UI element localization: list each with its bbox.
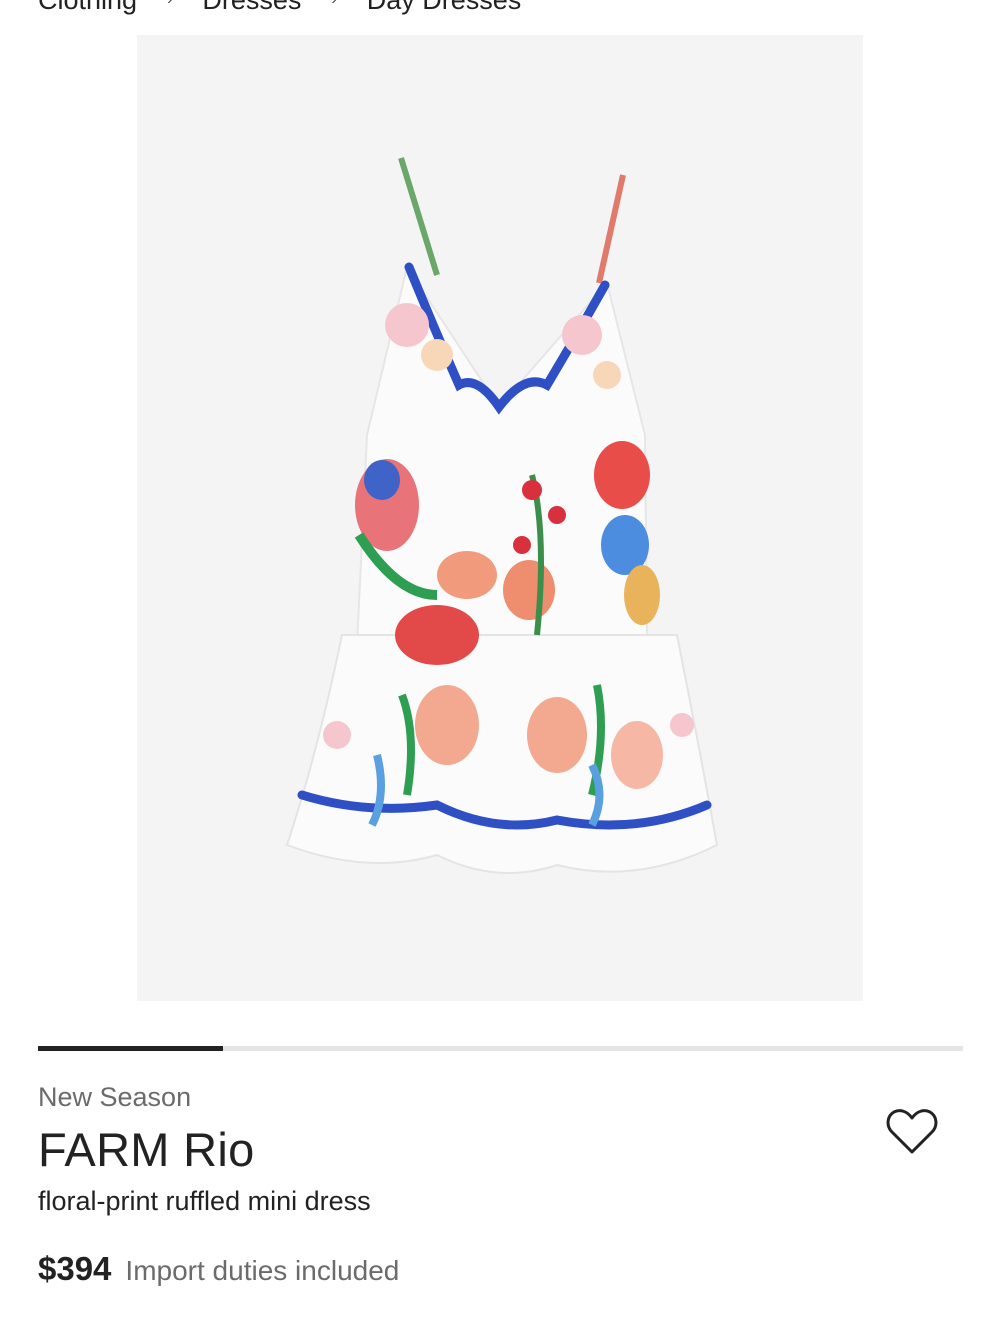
breadcrumb-item-day-dresses[interactable]: Day Dresses — [367, 0, 522, 16]
price-row: $394 Import duties included — [38, 1250, 399, 1288]
product-name: floral-print ruffled mini dress — [38, 1186, 371, 1216]
breadcrumb-chevron-icon: › — [331, 0, 336, 9]
heart-outline-icon — [886, 1109, 938, 1154]
brand-name[interactable]: FARM Rio — [38, 1122, 255, 1177]
breadcrumb-chevron-icon: › — [167, 0, 172, 9]
import-duties-note: Import duties included — [125, 1255, 400, 1286]
image-carousel-progress-fill — [38, 1046, 223, 1051]
dress-illustration — [285, 157, 719, 874]
breadcrumb: Clothing › Dresses › Day Dresses — [38, 0, 521, 18]
wishlist-button[interactable] — [885, 1106, 939, 1156]
breadcrumb-item-dresses[interactable]: Dresses — [202, 0, 301, 16]
breadcrumb-item-clothing[interactable]: Clothing — [38, 0, 137, 16]
image-carousel-progress — [38, 1046, 963, 1051]
product-price: $394 — [38, 1250, 112, 1287]
product-image[interactable] — [137, 35, 863, 1001]
season-label: New Season — [38, 1082, 192, 1112]
